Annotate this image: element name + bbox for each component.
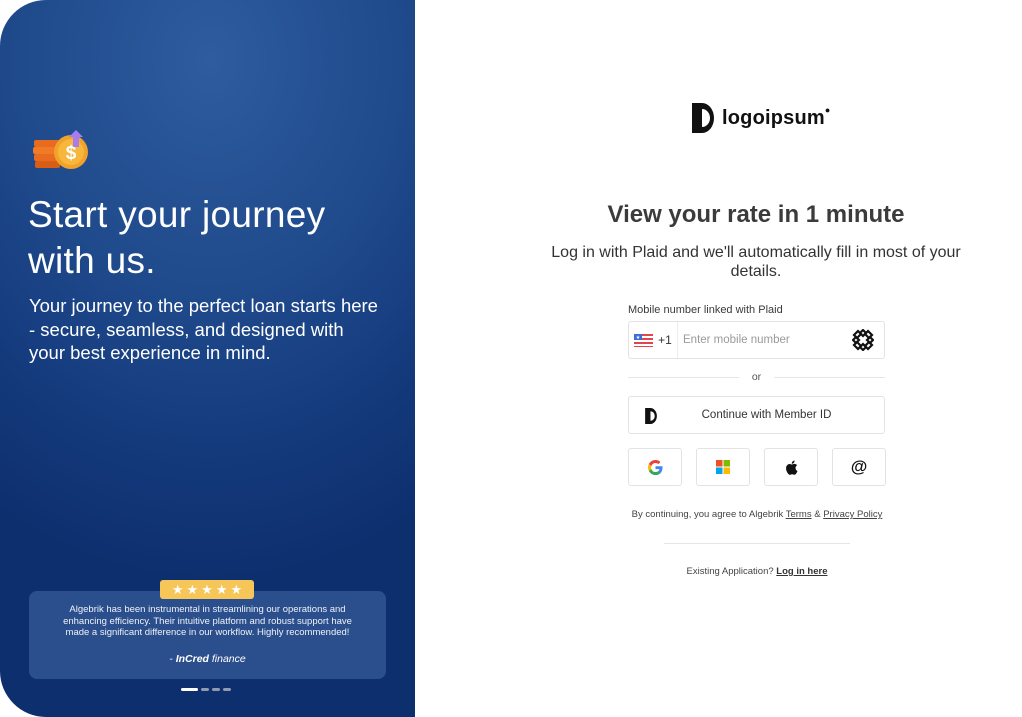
member-id-button[interactable]: Continue with Member ID: [628, 396, 885, 434]
google-icon: [647, 459, 663, 475]
carousel-dots: [181, 688, 231, 691]
carousel-dot-3[interactable]: [212, 688, 220, 691]
terms-text: By continuing, you agree to Algebrik Ter…: [548, 509, 966, 520]
terms-prefix: By continuing, you agree to Algebrik: [631, 509, 786, 520]
or-divider: or: [628, 371, 885, 383]
existing-prefix: Existing Application?: [686, 566, 777, 577]
author-suffix: finance: [208, 652, 246, 665]
form-subtitle: Log in with Plaid and we'll automaticall…: [551, 244, 961, 280]
us-flag-icon: ★: [634, 333, 654, 347]
apple-login-button[interactable]: [764, 448, 818, 486]
existing-application-row: Existing Application? Log in here: [548, 566, 966, 577]
hero-subtitle: Your journey to the perfect loan starts …: [29, 295, 378, 363]
testimonial-author: - InCred finance: [29, 653, 386, 665]
svg-text:★: ★: [636, 335, 641, 341]
microsoft-login-button[interactable]: [696, 448, 750, 486]
terms-amp: &: [811, 509, 824, 520]
carousel-dot-2[interactable]: [201, 688, 209, 691]
carousel-dot-1[interactable]: [181, 688, 198, 691]
brand-logo: logoipsum●: [692, 103, 831, 133]
social-login-row: @: [628, 448, 886, 486]
form-title: View your rate in 1 minute: [607, 201, 905, 228]
star-rating-badge: ★★★★★: [160, 580, 254, 599]
logo-mark-icon: [692, 103, 714, 133]
google-login-button[interactable]: [628, 448, 682, 486]
coin-growth-icon: $: [33, 130, 88, 169]
login-link[interactable]: Log in here: [776, 566, 827, 577]
testimonial-card: Algebrik has been instrumental in stream…: [29, 591, 386, 679]
privacy-policy-link[interactable]: Privacy Policy: [823, 509, 882, 520]
section-divider: [664, 543, 850, 544]
member-id-label: Continue with Member ID: [701, 409, 832, 421]
plaid-icon[interactable]: [852, 329, 874, 351]
member-id-logo-icon: [645, 408, 657, 424]
hero-panel: $ Start your journey with us. Your journ…: [0, 0, 415, 717]
phone-label: Mobile number linked with Plaid: [628, 304, 783, 316]
or-label: or: [751, 371, 762, 383]
phone-input[interactable]: [678, 322, 852, 358]
at-sign-icon: @: [850, 457, 868, 476]
logo-text: logoipsum●: [722, 104, 831, 129]
carousel-dot-4[interactable]: [223, 688, 231, 691]
microsoft-icon: [716, 460, 730, 474]
country-selector[interactable]: ★ +1: [629, 322, 678, 358]
phone-field: ★ +1: [628, 321, 885, 359]
terms-link[interactable]: Terms: [786, 509, 812, 520]
apple-icon: [785, 460, 797, 475]
author-brand: InCred: [175, 652, 209, 665]
hero-title: Start your journey with us.: [28, 194, 326, 281]
country-code: +1: [658, 333, 672, 347]
email-login-button[interactable]: @: [832, 448, 886, 486]
